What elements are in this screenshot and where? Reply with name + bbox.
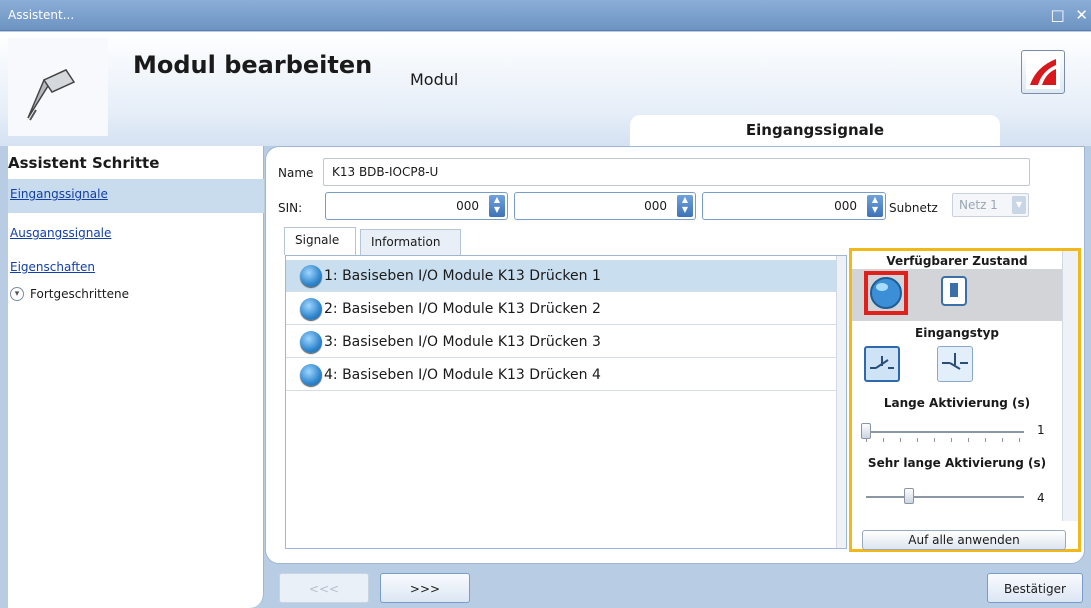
title-bar: Assistent... □ ✕ xyxy=(0,0,1091,31)
normally-open-button[interactable] xyxy=(864,346,900,382)
sin-field-3[interactable]: 000 ▲ ▼ xyxy=(702,192,886,220)
properties-scrollbar[interactable] xyxy=(1062,251,1078,521)
very-long-activation-heading: Sehr lange Aktivierung (s) xyxy=(867,456,1047,470)
slider-ticks xyxy=(866,438,1024,442)
sin-value-3: 000 xyxy=(834,199,857,213)
normally-closed-button[interactable] xyxy=(937,346,973,382)
confirm-button[interactable]: Bestätiger xyxy=(987,573,1083,603)
very-long-activation-track xyxy=(866,496,1024,498)
very-long-activation-slider[interactable] xyxy=(903,488,914,504)
next-button[interactable]: >>> xyxy=(380,573,470,603)
pushbutton-icon xyxy=(300,330,322,353)
signal-list: 1: Basiseben I/O Module K13 Drücken 1 2:… xyxy=(285,255,847,549)
pushbutton-icon xyxy=(300,264,322,287)
list-item[interactable]: 4: Basiseben I/O Module K13 Drücken 4 xyxy=(286,359,838,391)
main-panel: Name K13 BDB-IOCP8-U SIN: 000 ▲ ▼ 000 ▲ ▼ … xyxy=(265,146,1085,564)
subnet-select[interactable]: Netz 1 ▼ xyxy=(952,193,1029,217)
state-options xyxy=(852,269,1064,321)
long-activation-value: 1 xyxy=(1037,423,1045,437)
signal-label: 4: Basiseben I/O Module K13 Drücken 4 xyxy=(324,366,601,383)
tab-signale[interactable]: Signale xyxy=(284,227,356,255)
window-title: Assistent... xyxy=(8,8,75,22)
page-subtitle: Modul xyxy=(410,70,459,89)
sin-value-2: 000 xyxy=(644,199,667,213)
pushbutton-icon xyxy=(300,297,322,320)
apply-all-button[interactable]: Auf alle anwenden xyxy=(862,530,1066,550)
spin-buttons-icon[interactable]: ▲ ▼ xyxy=(489,195,505,217)
switch-state-button[interactable] xyxy=(936,273,980,317)
pushbutton-icon xyxy=(300,363,322,386)
list-item[interactable]: 2: Basiseben I/O Module K13 Drücken 2 xyxy=(286,293,838,325)
brand-logo-icon xyxy=(1021,50,1065,94)
chevron-down-icon: ▾ xyxy=(10,287,24,301)
header: Modul bearbeiten Modul Eingangssignale xyxy=(0,32,1091,146)
list-item[interactable]: 3: Basiseben I/O Module K13 Drücken 3 xyxy=(286,326,838,358)
sidebar-item-eingangssignale[interactable]: Eingangssignale xyxy=(8,179,264,213)
list-scrollbar[interactable] xyxy=(836,256,846,548)
signal-label: 1: Basiseben I/O Module K13 Drücken 1 xyxy=(324,267,601,284)
name-label: Name xyxy=(278,166,314,180)
sidebar-heading: Assistent Schritte xyxy=(8,154,160,172)
tab-information[interactable]: Information xyxy=(360,229,461,255)
pushbutton-state-button[interactable] xyxy=(864,271,908,315)
long-activation-heading: Lange Aktivierung (s) xyxy=(883,396,1031,410)
very-long-activation-value: 4 xyxy=(1037,491,1045,505)
properties-panel: Verfügbarer Zustand Eingangstyp Lange Ak… xyxy=(849,248,1081,552)
page-title: Modul bearbeiten xyxy=(133,51,373,79)
sidebar-item-eigenschaften[interactable]: Eigenschaften xyxy=(8,252,264,286)
advanced-label: Fortgeschrittene xyxy=(30,287,129,301)
list-item[interactable]: 1: Basiseben I/O Module K13 Drücken 1 xyxy=(286,260,838,292)
sidebar-item-ausgangssignale[interactable]: Ausgangssignale xyxy=(8,218,264,252)
name-field[interactable]: K13 BDB-IOCP8-U xyxy=(323,158,1030,186)
section-tab: Eingangssignale xyxy=(630,115,1000,146)
long-activation-track xyxy=(866,431,1024,433)
long-activation-slider[interactable] xyxy=(861,423,871,439)
subnet-label: Subnetz xyxy=(889,201,938,215)
chevron-down-icon: ▼ xyxy=(1012,196,1026,214)
module-icon xyxy=(8,38,108,136)
spin-buttons-icon[interactable]: ▲ ▼ xyxy=(677,195,693,217)
input-type-heading: Eingangstyp xyxy=(915,326,999,340)
back-button[interactable]: <<< xyxy=(279,573,369,603)
sin-field-1[interactable]: 000 ▲ ▼ xyxy=(325,192,508,220)
window-controls[interactable]: □ ✕ xyxy=(1050,6,1091,24)
subnet-value: Netz 1 xyxy=(959,198,998,212)
sin-field-2[interactable]: 000 ▲ ▼ xyxy=(514,192,696,220)
sin-label: SIN: xyxy=(278,201,303,215)
sin-value-1: 000 xyxy=(456,199,479,213)
sidebar-item-advanced[interactable]: ▾ Fortgeschrittene xyxy=(10,287,129,301)
sidebar: Assistent Schritte Eingangssignale Ausga… xyxy=(8,146,264,608)
available-state-heading: Verfügbarer Zustand xyxy=(886,254,1028,268)
signal-label: 3: Basiseben I/O Module K13 Drücken 3 xyxy=(324,333,601,350)
spin-buttons-icon[interactable]: ▲ ▼ xyxy=(867,195,883,217)
signal-label: 2: Basiseben I/O Module K13 Drücken 2 xyxy=(324,300,601,317)
